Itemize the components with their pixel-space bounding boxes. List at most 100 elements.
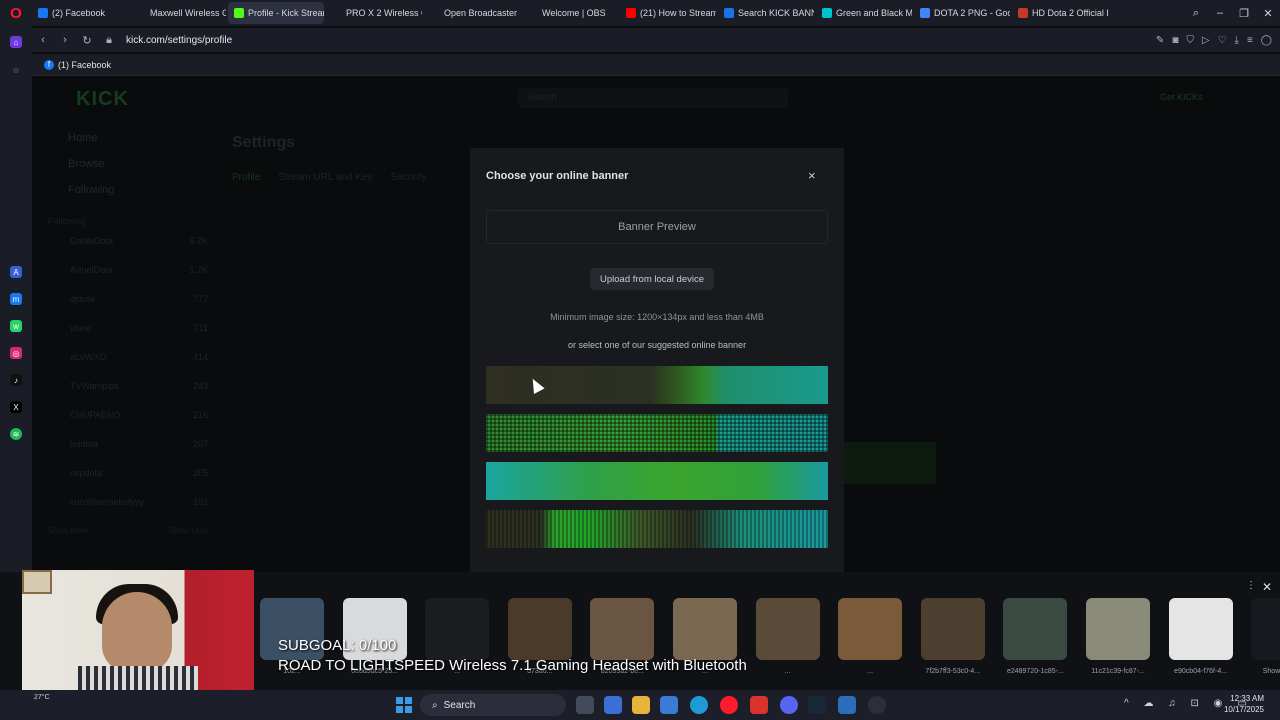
acrobat-icon[interactable] [750,696,768,714]
play-icon[interactable]: ▷ [1202,35,1210,46]
opera-taskbar-icon[interactable] [720,696,738,714]
tab-title: Welcome | OBS [542,8,606,18]
followed-channel[interactable]: jwidota 207 [48,439,208,468]
star-icon[interactable]: ☆ [10,64,22,76]
followed-channel[interactable]: GabbiDota 6.7K [48,236,208,265]
maximize-icon[interactable]: ❐ [1232,7,1256,20]
app-icon[interactable] [838,696,856,714]
browser-tab[interactable]: Maxwell Wireless Ga [130,2,226,24]
download-thumbnail[interactable] [920,598,985,660]
steam-icon[interactable] [808,696,826,714]
upload-button[interactable]: Upload from local device [590,268,715,290]
close-strip-icon[interactable]: ✕ [1262,580,1272,594]
browser-tab[interactable]: DOTA 2 PNG - Googl [914,2,1010,24]
channel-name: sunshinemelodyyy [70,497,145,507]
weather-widget[interactable]: 27°C [34,694,50,701]
profile-icon[interactable]: ◯ [1261,35,1272,46]
browser-tab[interactable]: Profile - Kick Streamin [228,2,324,24]
download-icon[interactable]: ⤓ [1235,35,1239,46]
download-thumbnail[interactable] [1003,598,1068,660]
kick-search-input[interactable]: Search [518,88,788,108]
home-icon[interactable]: ⌂ [10,36,22,48]
clock[interactable]: 12:33 AM 10/17/2025 [1212,693,1264,715]
show-less-link[interactable]: Show Less [169,526,208,535]
instagram-icon[interactable]: ◎ [10,347,22,359]
banner-preview: Banner Preview [486,210,828,244]
task-view-icon[interactable] [576,696,594,714]
download-thumbnail[interactable] [838,598,903,660]
search-tabs-icon[interactable]: ⌕ [1184,7,1208,20]
shield-icon[interactable]: ⛉ [1186,35,1194,46]
nav-browse[interactable]: Browse [48,158,208,170]
browser-tab[interactable]: HD Dota 2 Official Lo [1012,2,1108,24]
viewer-count: 243 [192,381,208,391]
tab-list: (2) Facebook Maxwell Wireless Ga Profile -… [32,2,1110,24]
aria-icon[interactable]: A [10,266,22,278]
messenger-icon[interactable]: m [10,293,22,305]
taskbar-search[interactable]: ⌕ Search [420,694,566,716]
forward-icon[interactable]: › [54,34,76,46]
browser-tab[interactable]: (21) How to Stream t [620,2,716,24]
file-explorer-icon[interactable] [632,696,650,714]
followed-channel[interactable]: CHUPAENO 216 [48,410,208,439]
copilot-icon[interactable] [604,696,622,714]
download-thumbnail[interactable] [755,598,820,660]
show-more-link[interactable]: Show More [48,526,88,535]
discord-icon[interactable] [780,696,798,714]
reload-icon[interactable]: ↻ [76,34,98,47]
nav-home[interactable]: Home [48,132,208,144]
bookmark-facebook[interactable]: (1) Facebook [58,60,111,70]
more-options-icon[interactable]: ⋮ [1246,580,1256,591]
tab-stream-url-key[interactable]: Stream URL and Key [278,172,372,183]
menu-icon[interactable]: ≡ [1247,35,1253,46]
address-bar: ‹ › ↻ 🔒︎ kick.com/settings/profile ✎ ◙ ⛉… [32,28,1280,52]
tiktok-icon[interactable]: ♪ [10,374,22,386]
followed-channel[interactable]: djdota 777 [48,294,208,323]
suggested-banner-4[interactable] [486,510,828,548]
browser-tab[interactable]: Search KICK BANNER [718,2,814,24]
browser-tab[interactable]: Welcome | OBS [522,2,618,24]
download-thumbnail[interactable] [1086,598,1150,660]
start-icon[interactable] [396,697,412,713]
followed-channel[interactable]: sepdota 205 [48,468,208,497]
thumbnail-label: 11c21c39-fc87-... [1091,668,1145,675]
tab-profile[interactable]: Profile [232,172,260,183]
nav-following[interactable]: Following [48,184,208,196]
minimize-icon[interactable]: – [1208,7,1232,20]
tab-title: Open Broadcaster Sc [444,8,520,18]
suggested-banner-2[interactable] [486,414,828,452]
tab-favicon-icon [430,8,440,18]
get-kicks-button[interactable]: Get KICKs [1160,92,1203,102]
followed-channel[interactable]: ArmelDota 1.7K [48,265,208,294]
browser-tab[interactable]: PRO X 2 Wireless Gan [326,2,422,24]
browser-tab[interactable]: (2) Facebook [32,2,128,24]
spotify-icon[interactable]: ≋ [10,428,22,440]
whatsapp-icon[interactable]: w [10,320,22,332]
browser-tab[interactable]: Green and Black Mo [816,2,912,24]
headset-text: ROAD TO LIGHTSPEED Wireless 7.1 Gaming H… [278,657,747,674]
followed-channel[interactable]: TVWampipti 243 [48,381,208,410]
wall-picture [22,570,52,594]
edit-icon[interactable]: ✎ [1156,35,1164,46]
back-icon[interactable]: ‹ [32,34,54,46]
heart-icon[interactable]: ♡ [1218,35,1227,46]
obs-icon[interactable] [868,696,886,714]
download-thumbnail[interactable] [1251,598,1280,660]
download-thumbnail[interactable] [1168,598,1233,660]
close-window-icon[interactable]: ✕ [1256,7,1280,20]
x-icon[interactable]: X [10,401,22,413]
close-icon[interactable]: × [808,168,816,183]
opera-logo-icon[interactable]: O [0,0,32,26]
kick-logo[interactable]: KICK [76,88,129,111]
followed-channel[interactable]: yoeie 711 [48,323,208,352]
followed-channel[interactable]: aLoWXO 414 [48,352,208,381]
camera-icon[interactable]: ◙ [1172,35,1178,46]
url-field[interactable]: kick.com/settings/profile [126,35,232,46]
tab-security[interactable]: Security [390,172,426,183]
modal-title: Choose your online banner [486,170,629,182]
suggested-banner-3[interactable] [486,462,828,500]
edge-icon[interactable] [690,696,708,714]
browser-tab[interactable]: Open Broadcaster Sc [424,2,520,24]
followed-channel[interactable]: sunshinemelodyyy 192 [48,497,208,526]
store-icon[interactable] [660,696,678,714]
